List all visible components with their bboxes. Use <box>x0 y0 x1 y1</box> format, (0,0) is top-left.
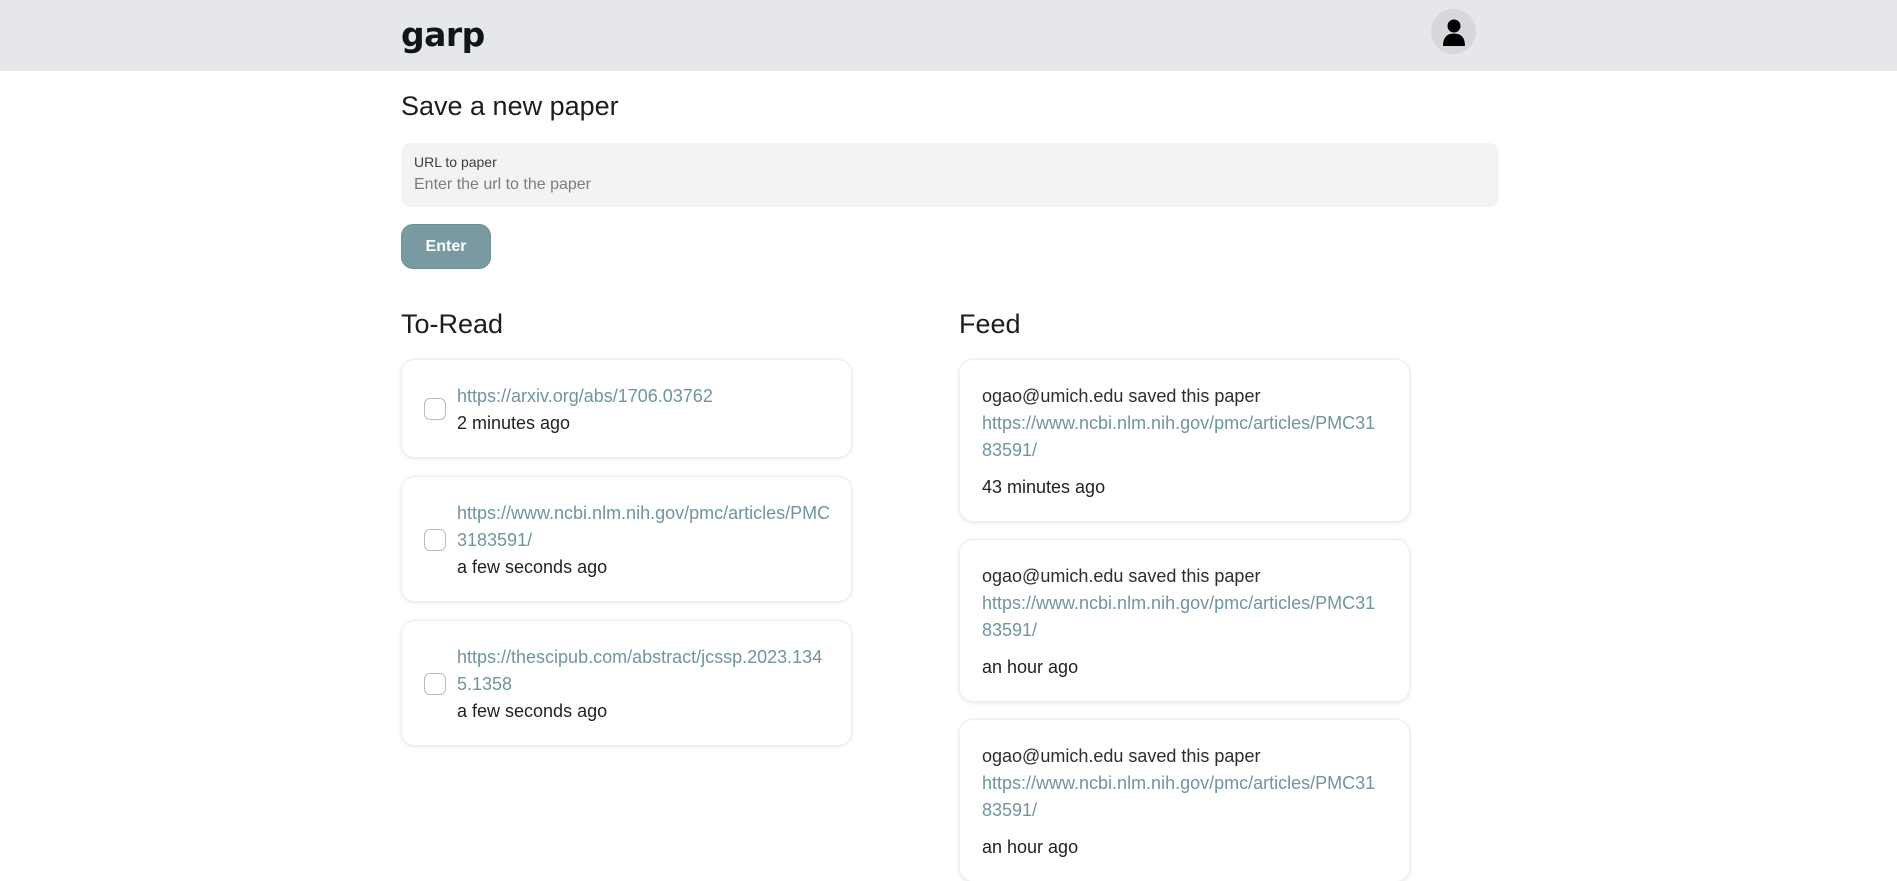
page-title: Save a new paper <box>401 91 619 121</box>
to-read-checkbox[interactable] <box>424 673 446 695</box>
saved-time: a few seconds ago <box>457 557 608 577</box>
user-icon <box>1442 19 1465 46</box>
brand-logo[interactable]: garp <box>401 15 485 54</box>
feed-item: ogao@umich.edu saved this paper https://… <box>959 359 1410 522</box>
paper-link[interactable]: https://www.ncbi.nlm.nih.gov/pmc/article… <box>982 593 1375 640</box>
enter-button[interactable]: Enter <box>401 224 491 269</box>
saved-time: 2 minutes ago <box>457 413 571 433</box>
feed-item: ogao@umich.edu saved this paper https://… <box>959 719 1410 881</box>
avatar[interactable] <box>1431 9 1476 54</box>
feed-saver-text: ogao@umich.edu saved this paper <box>982 566 1261 586</box>
url-field-label: URL to paper <box>414 154 497 170</box>
feed-saver-text: ogao@umich.edu saved this paper <box>982 746 1261 766</box>
paper-link[interactable]: https://www.ncbi.nlm.nih.gov/pmc/article… <box>982 413 1375 460</box>
url-input[interactable] <box>414 176 1486 194</box>
top-bar: garp <box>0 0 1897 71</box>
saved-time: an hour ago <box>982 837 1079 857</box>
saved-time: a few seconds ago <box>457 701 608 721</box>
paper-link[interactable]: https://arxiv.org/abs/1706.03762 <box>457 386 713 406</box>
saved-time: an hour ago <box>982 657 1079 677</box>
to-read-title: To-Read <box>401 309 504 339</box>
paper-link[interactable]: https://thescipub.com/abstract/jcssp.202… <box>457 647 822 694</box>
to-read-item: https://arxiv.org/abs/1706.03762 2 minut… <box>401 359 852 458</box>
paper-link[interactable]: https://www.ncbi.nlm.nih.gov/pmc/article… <box>982 773 1375 820</box>
to-read-checkbox[interactable] <box>424 398 446 420</box>
saved-time: 43 minutes ago <box>982 477 1106 497</box>
to-read-item: https://thescipub.com/abstract/jcssp.202… <box>401 620 852 746</box>
paper-link[interactable]: https://www.ncbi.nlm.nih.gov/pmc/article… <box>457 503 830 550</box>
url-field[interactable]: URL to paper <box>401 143 1499 207</box>
feed-item: ogao@umich.edu saved this paper https://… <box>959 539 1410 702</box>
to-read-checkbox[interactable] <box>424 529 446 551</box>
to-read-item: https://www.ncbi.nlm.nih.gov/pmc/article… <box>401 476 852 602</box>
feed-saver-text: ogao@umich.edu saved this paper <box>982 386 1261 406</box>
feed-title: Feed <box>959 309 1021 339</box>
